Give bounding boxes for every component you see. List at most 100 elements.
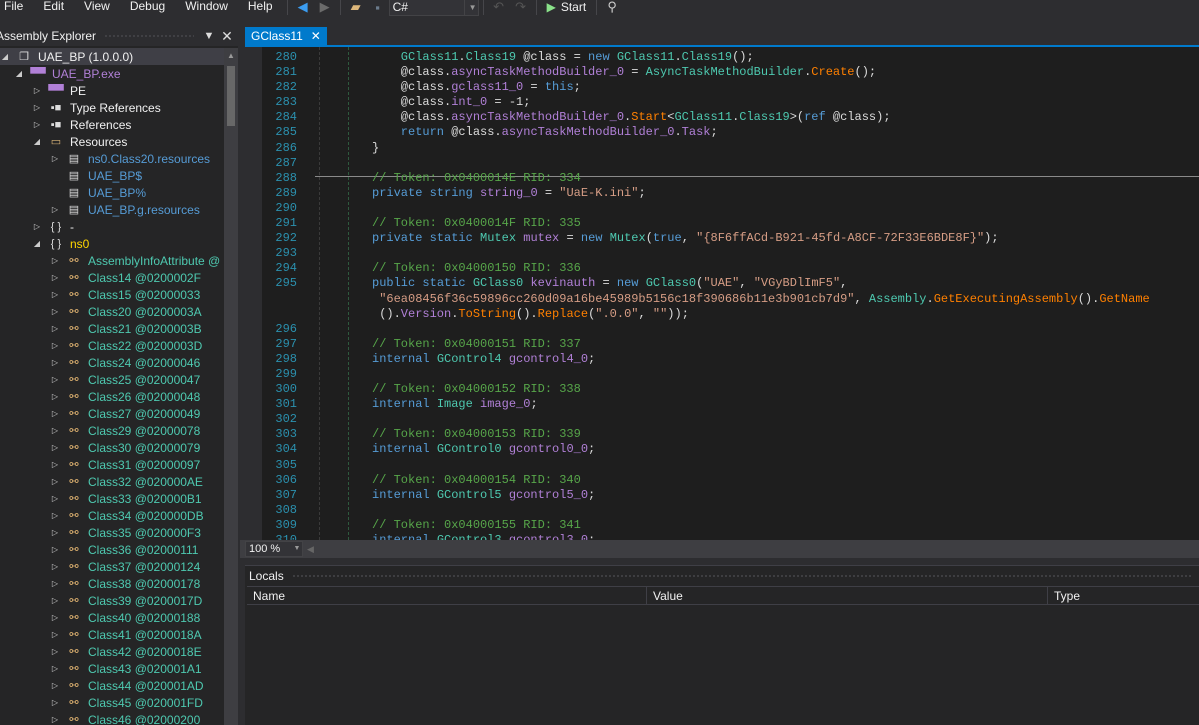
tree-item[interactable]: ▷ ▀▀ PE bbox=[0, 82, 224, 99]
tree-item[interactable]: ▷ ⚯ Class22 @0200003D bbox=[0, 337, 224, 354]
collapsed-arrow-icon[interactable]: ▷ bbox=[50, 307, 60, 316]
collapsed-arrow-icon[interactable]: ▷ bbox=[50, 630, 60, 639]
tree-item[interactable]: ▷ ⚯ Class15 @02000033 bbox=[0, 286, 224, 303]
collapsed-arrow-icon[interactable]: ▷ bbox=[50, 562, 60, 571]
tree-item[interactable]: ▷ ⚯ Class24 @02000046 bbox=[0, 354, 224, 371]
chevron-down-icon[interactable]: ▼ bbox=[202, 30, 216, 42]
collapsed-arrow-icon[interactable]: ▷ bbox=[50, 664, 60, 673]
collapsed-arrow-icon[interactable]: ▷ bbox=[50, 613, 60, 622]
collapsed-arrow-icon[interactable]: ▷ bbox=[50, 681, 60, 690]
open-file-icon[interactable]: ▰ bbox=[347, 0, 365, 15]
tree-item[interactable]: ▤ UAE_BP% bbox=[0, 184, 224, 201]
collapsed-arrow-icon[interactable]: ▷ bbox=[50, 443, 60, 452]
tree-item[interactable]: ▷ ⚯ Class30 @02000079 bbox=[0, 439, 224, 456]
drag-handle[interactable] bbox=[104, 33, 194, 39]
collapsed-arrow-icon[interactable]: ▷ bbox=[50, 715, 60, 724]
tree-item[interactable]: ▷ ⚯ Class32 @020000AE bbox=[0, 473, 224, 490]
scroll-up-icon[interactable]: ▲ bbox=[227, 51, 235, 60]
tree-item[interactable]: ▷ ⚯ Class26 @02000048 bbox=[0, 388, 224, 405]
tree-item[interactable]: ▷ ⚯ Class27 @02000049 bbox=[0, 405, 224, 422]
language-select[interactable]: C# ▼ bbox=[388, 0, 479, 16]
tree-item[interactable]: ▷ ⚯ Class35 @020000F3 bbox=[0, 524, 224, 541]
code-editor[interactable]: 280 GClass11.Class19 @class = new GClass1… bbox=[240, 47, 1199, 540]
menu-file[interactable]: File bbox=[0, 0, 33, 12]
column-header-type[interactable]: Type bbox=[1048, 587, 1199, 605]
column-header-name[interactable]: Name bbox=[247, 587, 647, 605]
tree-item[interactable]: ▷ ▪■ Type References bbox=[0, 99, 224, 116]
collapsed-arrow-icon[interactable]: ▷ bbox=[50, 154, 60, 163]
tree-item[interactable]: ◢ ❐ UAE_BP (1.0.0.0) bbox=[0, 48, 224, 65]
tree-item[interactable]: ◢ ▀▀ UAE_BP.exe bbox=[0, 65, 224, 82]
tree-item[interactable]: ▷ ⚯ Class14 @0200002F bbox=[0, 269, 224, 286]
collapsed-arrow-icon[interactable]: ▷ bbox=[50, 698, 60, 707]
tree-item[interactable]: ▷ ⚯ Class39 @0200017D bbox=[0, 592, 224, 609]
collapsed-arrow-icon[interactable]: ▷ bbox=[50, 460, 60, 469]
save-icon[interactable]: ▪ bbox=[369, 0, 387, 15]
collapsed-arrow-icon[interactable]: ▷ bbox=[32, 120, 42, 129]
redo-icon[interactable]: ↷ bbox=[512, 0, 530, 15]
collapsed-arrow-icon[interactable]: ▷ bbox=[50, 426, 60, 435]
menu-edit[interactable]: Edit bbox=[33, 0, 74, 12]
expanded-arrow-icon[interactable]: ◢ bbox=[14, 69, 24, 78]
close-icon[interactable]: ✕ bbox=[220, 28, 234, 45]
collapsed-arrow-icon[interactable]: ▷ bbox=[50, 545, 60, 554]
tree-item[interactable]: ▷ ⚯ Class38 @02000178 bbox=[0, 575, 224, 592]
collapsed-arrow-icon[interactable]: ▷ bbox=[50, 511, 60, 520]
collapsed-arrow-icon[interactable]: ▷ bbox=[50, 647, 60, 656]
expanded-arrow-icon[interactable]: ◢ bbox=[32, 239, 42, 248]
tree-item[interactable]: ▷ ⚯ Class41 @0200018A bbox=[0, 626, 224, 643]
undo-icon[interactable]: ↶ bbox=[490, 0, 508, 15]
collapsed-arrow-icon[interactable]: ▷ bbox=[50, 392, 60, 401]
collapsed-arrow-icon[interactable]: ▷ bbox=[50, 477, 60, 486]
collapsed-arrow-icon[interactable]: ▷ bbox=[50, 256, 60, 265]
tree-item[interactable]: ▷ ⚯ Class21 @0200003B bbox=[0, 320, 224, 337]
tree-item[interactable]: ▷ ⚯ Class46 @02000200 bbox=[0, 711, 224, 725]
tree-item[interactable]: ▷ ⚯ Class34 @020000DB bbox=[0, 507, 224, 524]
tree-item[interactable]: ◢ { } ns0 bbox=[0, 235, 224, 252]
tab-gclass11[interactable]: GClass11 ✕ bbox=[245, 27, 327, 45]
collapsed-arrow-icon[interactable]: ▷ bbox=[50, 528, 60, 537]
collapsed-arrow-icon[interactable]: ▷ bbox=[50, 273, 60, 282]
vertical-scrollbar[interactable]: ▲ bbox=[224, 48, 238, 725]
collapsed-arrow-icon[interactable]: ▷ bbox=[32, 86, 42, 95]
collapsed-arrow-icon[interactable]: ▷ bbox=[50, 324, 60, 333]
tree-item[interactable]: ▷ ⚯ Class45 @020001FD bbox=[0, 694, 224, 711]
tree-item[interactable]: ▷ ▤ UAE_BP.g.resources bbox=[0, 201, 224, 218]
scrollbar-thumb[interactable] bbox=[227, 66, 235, 126]
tree-item[interactable]: ▷ ⚯ Class25 @02000047 bbox=[0, 371, 224, 388]
tree-item[interactable]: ▷ ⚯ Class20 @0200003A bbox=[0, 303, 224, 320]
tree-item[interactable]: ▷ ⚯ Class33 @020000B1 bbox=[0, 490, 224, 507]
tree-item[interactable]: ▷ ⚯ Class31 @02000097 bbox=[0, 456, 224, 473]
menu-view[interactable]: View bbox=[74, 0, 120, 12]
menu-debug[interactable]: Debug bbox=[120, 0, 175, 12]
collapsed-arrow-icon[interactable]: ▷ bbox=[32, 103, 42, 112]
close-icon[interactable]: ✕ bbox=[311, 29, 321, 43]
menu-help[interactable]: Help bbox=[238, 0, 283, 12]
collapsed-arrow-icon[interactable]: ▷ bbox=[50, 596, 60, 605]
tree-item[interactable]: ▷ ⚯ AssemblyInfoAttribute @ bbox=[0, 252, 224, 269]
collapsed-arrow-icon[interactable]: ▷ bbox=[32, 222, 42, 231]
tree-item[interactable]: ▷ ⚯ Class42 @0200018E bbox=[0, 643, 224, 660]
tree-item[interactable]: ▷ ⚯ Class36 @02000111 bbox=[0, 541, 224, 558]
collapsed-arrow-icon[interactable]: ▷ bbox=[50, 358, 60, 367]
column-header-value[interactable]: Value bbox=[647, 587, 1048, 605]
tree-item[interactable]: ◢ ▭ Resources bbox=[0, 133, 224, 150]
drag-handle[interactable] bbox=[291, 573, 1191, 579]
menu-window[interactable]: Window bbox=[175, 0, 238, 12]
tree-item[interactable]: ▷ ⚯ Class37 @02000124 bbox=[0, 558, 224, 575]
zoom-select[interactable]: 100 % ▼ bbox=[245, 541, 303, 557]
tree-item[interactable]: ▷ ⚯ Class29 @02000078 bbox=[0, 422, 224, 439]
expanded-arrow-icon[interactable]: ◢ bbox=[32, 137, 42, 146]
tree-item[interactable]: ▷ ⚯ Class40 @02000188 bbox=[0, 609, 224, 626]
tree-item[interactable]: ▷ ⚯ Class43 @020001A1 bbox=[0, 660, 224, 677]
collapsed-arrow-icon[interactable]: ▷ bbox=[50, 341, 60, 350]
tree-item[interactable]: ▷ ⚯ Class44 @020001AD bbox=[0, 677, 224, 694]
tree-item[interactable]: ▤ UAE_BP$ bbox=[0, 167, 224, 184]
tree-item[interactable]: ▷ ▪■ References bbox=[0, 116, 224, 133]
tree-item[interactable]: ▷ { } - bbox=[0, 218, 224, 235]
search-icon[interactable]: ⚲ bbox=[603, 0, 621, 15]
collapsed-arrow-icon[interactable]: ▷ bbox=[50, 375, 60, 384]
navigate-forward-icon[interactable]: ▶ bbox=[316, 0, 334, 15]
scroll-left-icon[interactable]: ◀ bbox=[307, 544, 314, 555]
collapsed-arrow-icon[interactable]: ▷ bbox=[50, 579, 60, 588]
